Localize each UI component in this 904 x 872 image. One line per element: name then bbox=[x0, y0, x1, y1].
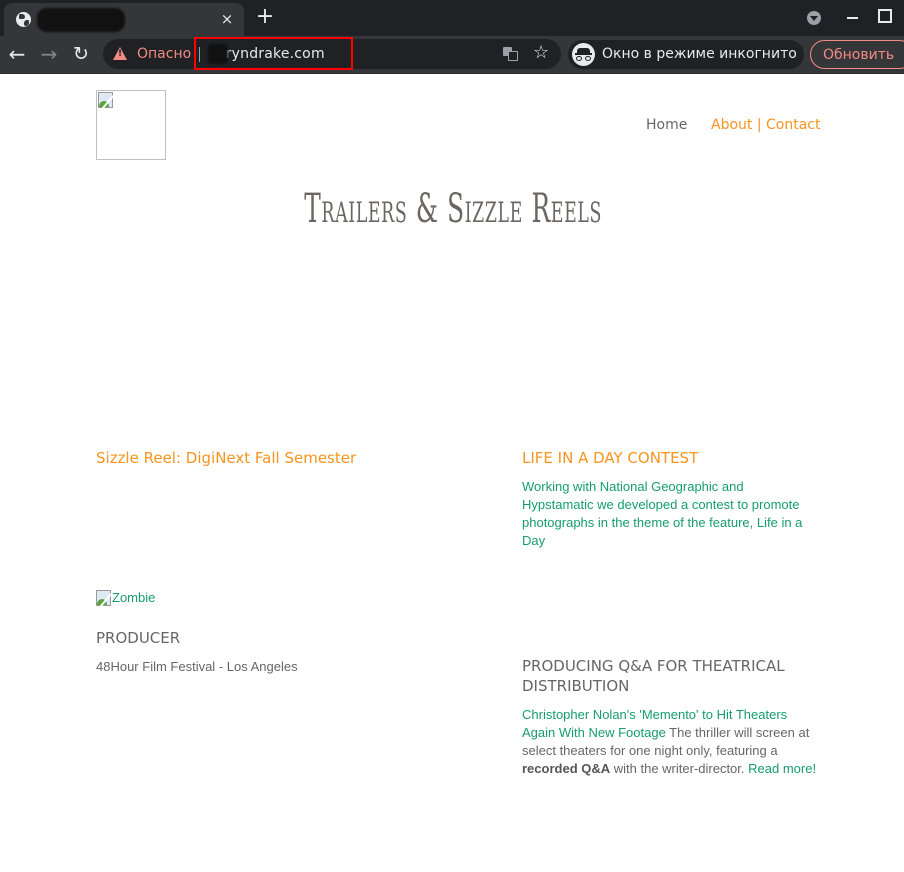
back-button[interactable]: ← bbox=[3, 40, 31, 68]
incognito-indicator[interactable]: Окно в режиме инкогнито bbox=[568, 40, 804, 69]
nav-about-contact-link[interactable]: About | Contact bbox=[711, 116, 820, 134]
producer-section: PRODUCER 48Hour Film Festival - Los Ange… bbox=[96, 628, 476, 676]
life-in-a-day-title: LIFE IN A DAY CONTEST bbox=[522, 449, 699, 467]
forward-button[interactable]: → bbox=[35, 40, 63, 68]
nav-home-link[interactable]: Home bbox=[646, 116, 687, 134]
sizzle-title[interactable]: Sizzle Reel: DigiNext Fall Semester bbox=[96, 448, 476, 468]
translate-icon[interactable] bbox=[503, 47, 518, 61]
reload-button[interactable]: ↻ bbox=[67, 40, 95, 68]
update-button[interactable]: Обновить bbox=[810, 40, 904, 69]
security-status[interactable]: Опасно bbox=[137, 45, 191, 63]
life-in-a-day-link[interactable]: Working with National Geographic and Hyp… bbox=[522, 479, 802, 548]
zombie-image-alt: Zombie bbox=[112, 590, 156, 605]
incognito-label: Окно в режиме инкогнито bbox=[602, 46, 797, 62]
new-tab-button[interactable]: + bbox=[254, 6, 276, 28]
redaction-mask bbox=[37, 8, 125, 32]
qa-section: PRODUCING Q&A FOR THEATRICAL DISTRIBUTIO… bbox=[522, 656, 818, 778]
page-title: Trailers & Sizzle Reels bbox=[304, 186, 603, 232]
tab-search-button[interactable] bbox=[798, 0, 830, 36]
qa-text-2: with the writer-director. bbox=[610, 761, 749, 776]
browser-tab[interactable]: Caryn Drake × bbox=[4, 3, 244, 36]
maximize-button[interactable] bbox=[868, 0, 900, 36]
qa-body: Christopher Nolan's 'Memento' to Hit The… bbox=[522, 706, 818, 778]
minimize-button[interactable] bbox=[836, 0, 868, 36]
warning-icon[interactable] bbox=[113, 47, 127, 60]
qa-title: PRODUCING Q&A FOR THEATRICAL DISTRIBUTIO… bbox=[522, 657, 785, 695]
url-highlight-box bbox=[194, 37, 353, 70]
broken-image-icon bbox=[96, 590, 112, 607]
sizzle-section: Sizzle Reel: DigiNext Fall Semester bbox=[96, 448, 476, 468]
globe-icon bbox=[16, 12, 31, 27]
broken-image-icon bbox=[98, 92, 114, 109]
chevron-down-icon bbox=[807, 11, 821, 25]
qa-bold-text: recorded Q&A bbox=[522, 761, 611, 776]
close-tab-icon[interactable]: × bbox=[219, 11, 235, 27]
browser-toolbar: ← → ↻ Опасно caryndrake.com ☆ Окно в реж… bbox=[0, 36, 904, 74]
life-in-a-day-section: LIFE IN A DAY CONTEST Working with Natio… bbox=[522, 448, 818, 550]
producer-title: PRODUCER bbox=[96, 629, 181, 647]
read-more-link[interactable]: Read more! bbox=[748, 761, 816, 776]
browser-titlebar: Caryn Drake × + bbox=[0, 0, 904, 36]
update-label: Обновить bbox=[823, 47, 895, 63]
bookmark-star-icon[interactable]: ☆ bbox=[533, 42, 549, 64]
web-page: Home About | Contact Trailers & Sizzle R… bbox=[0, 74, 904, 872]
site-logo[interactable] bbox=[96, 90, 166, 160]
producer-subtitle: 48Hour Film Festival - Los Angeles bbox=[96, 659, 298, 674]
incognito-icon bbox=[572, 43, 595, 66]
